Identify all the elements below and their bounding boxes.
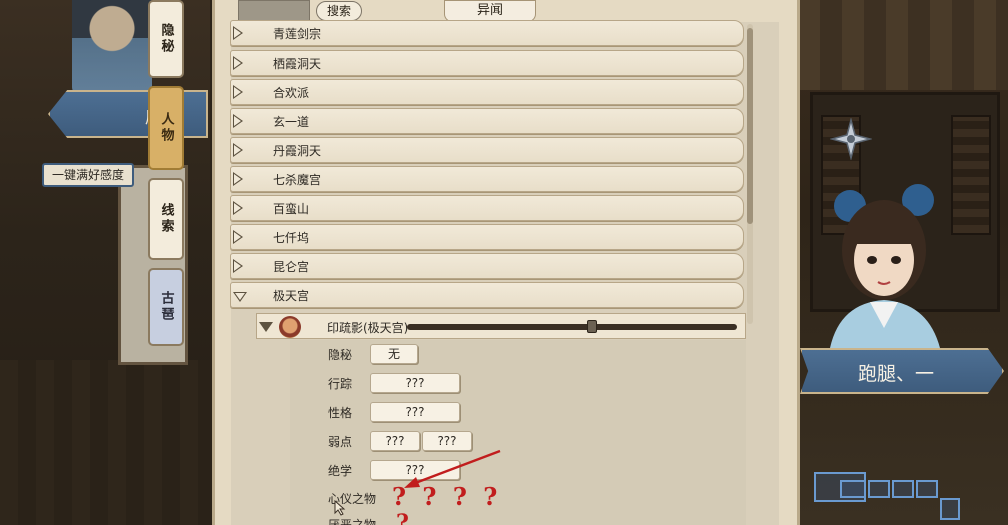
expand-arrow-icon	[233, 143, 243, 157]
weakness-label: 弱点	[328, 435, 353, 449]
faction-name: 丹霞洞天	[273, 144, 322, 158]
tab-antiques[interactable]: 古琶	[148, 268, 184, 346]
faction-row[interactable]: 玄一道	[230, 108, 744, 134]
faction-name: 七仟坞	[273, 231, 310, 245]
collapse-arrow-icon	[233, 292, 247, 302]
faction-row[interactable]: 百蛮山	[230, 195, 744, 221]
secret-value: 无	[370, 344, 418, 364]
trace-value: ???	[370, 373, 460, 393]
minimap-room	[868, 480, 890, 498]
faction-name: 极天宫	[273, 289, 310, 303]
expand-arrow-icon	[233, 259, 243, 273]
expand-arrow-icon	[233, 26, 243, 40]
right-character-portrait	[830, 184, 940, 348]
faction-name: 栖霞洞天	[273, 57, 322, 71]
affinity-slider[interactable]	[407, 324, 737, 330]
faction-name: 百蛮山	[273, 202, 310, 216]
character-avatar	[279, 316, 301, 338]
expand-arrow-icon	[233, 172, 243, 186]
character-name: 印疏影(极天宫)	[327, 321, 409, 335]
roof-tiles	[798, 0, 1008, 90]
minimap-room	[916, 480, 938, 498]
floor-tiles	[0, 360, 210, 525]
secret-label: 隐秘	[328, 348, 353, 362]
faction-name: 合欢派	[273, 86, 310, 100]
skill-label: 绝学	[328, 464, 353, 478]
personality-label: 性格	[328, 406, 353, 420]
personality-value: ???	[370, 402, 460, 422]
expand-arrow-icon	[233, 56, 243, 70]
building-window	[951, 115, 991, 235]
faction-row[interactable]: 丹霞洞天	[230, 137, 744, 163]
search-button[interactable]: 搜索	[316, 1, 362, 21]
right-name-ribbon: 跑腿、一	[800, 348, 1004, 394]
max-affinity-button[interactable]: 一键满好感度	[42, 163, 134, 187]
minimap-room	[840, 480, 866, 498]
character-row[interactable]: 印疏影(极天宫)	[256, 313, 746, 339]
minimap[interactable]	[812, 468, 962, 525]
panel-title: 异闻	[444, 0, 536, 22]
expand-arrow-icon	[233, 114, 243, 128]
faction-row[interactable]: 青莲剑宗	[230, 20, 744, 46]
right-ribbon-text: 跑腿、一	[858, 363, 935, 385]
affinity-slider-handle[interactable]	[587, 320, 597, 333]
annotation-question-mark: ?	[396, 510, 409, 525]
minimap-room	[892, 480, 914, 498]
trace-label: 行踪	[328, 377, 353, 391]
tab-people[interactable]: 人物	[148, 86, 184, 170]
faction-row[interactable]: 七仟坞	[230, 224, 744, 250]
expand-arrow-icon	[233, 230, 243, 244]
search-input[interactable]	[238, 0, 310, 22]
faction-name: 七杀魔宫	[273, 173, 322, 187]
hated-item-label: 厌恶之物	[328, 518, 377, 525]
tab-clues[interactable]: 线索	[148, 178, 184, 260]
list-scrollbar-thumb[interactable]	[747, 28, 753, 224]
faction-name: 玄一道	[273, 115, 310, 129]
faction-name: 青莲剑宗	[273, 27, 322, 41]
collapse-arrow-icon	[259, 322, 273, 332]
expand-arrow-icon	[233, 201, 243, 215]
expand-arrow-icon	[233, 85, 243, 99]
left-character-portrait	[72, 0, 152, 95]
faction-row[interactable]: 栖霞洞天	[230, 50, 744, 76]
annotation-question-marks: ? ? ? ?	[392, 482, 502, 511]
faction-row[interactable]: 合欢派	[230, 79, 744, 105]
minimap-room	[940, 498, 960, 520]
shuriken-icon	[830, 118, 872, 160]
faction-row-expanded[interactable]: 极天宫	[230, 282, 744, 308]
faction-row[interactable]: 七杀魔宫	[230, 166, 744, 192]
tab-secrets[interactable]: 隐秘	[148, 0, 184, 78]
mouse-cursor-icon	[334, 500, 346, 516]
left-name-ribbon: 屠	[48, 90, 208, 138]
faction-name: 昆仑宫	[273, 260, 310, 274]
faction-row[interactable]: 昆仑宫	[230, 253, 744, 279]
